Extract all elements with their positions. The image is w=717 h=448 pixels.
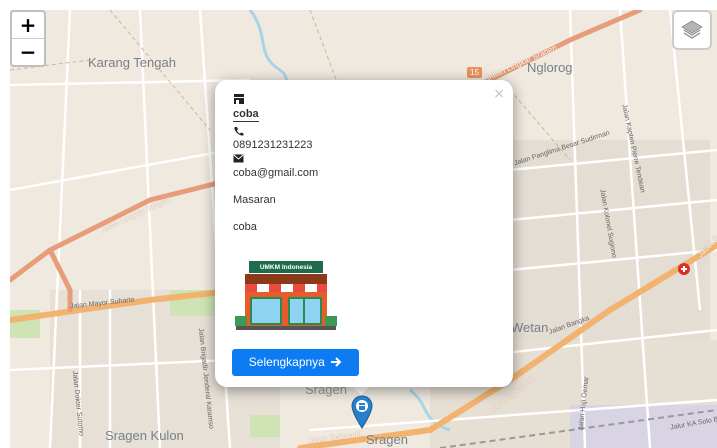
- place-label-karang-tengah: Karang Tengah: [88, 55, 176, 70]
- map-marker-icon[interactable]: [351, 395, 373, 429]
- details-button-label: Selengkapnya: [248, 355, 325, 369]
- details-button[interactable]: Selengkapnya: [232, 349, 359, 376]
- phone-number: 0891231231223: [233, 139, 313, 151]
- phone-icon: [234, 127, 244, 136]
- zoom-control: + −: [10, 10, 46, 67]
- arrow-right-icon: [331, 357, 342, 367]
- umkm-image-title: UMKM Indonesia: [259, 264, 313, 271]
- place-label-nglorog: Nglorog: [527, 60, 573, 75]
- description-text: coba: [233, 221, 257, 233]
- envelope-icon: [233, 154, 244, 163]
- zoom-out-button[interactable]: −: [12, 38, 44, 65]
- location-text: Masaran: [233, 194, 276, 206]
- email-address: coba@gmail.com: [233, 167, 319, 179]
- layers-icon: [681, 20, 703, 39]
- store-icon: [234, 94, 244, 104]
- layers-button[interactable]: [672, 10, 712, 50]
- place-label-wetan: Wetan: [511, 320, 549, 335]
- zoom-in-button[interactable]: +: [12, 12, 44, 38]
- place-label-sragen: Sragen: [366, 432, 408, 447]
- map-popup: × coba 0891231231223 coba@gmail.com Masa…: [215, 80, 513, 387]
- popup-close-button[interactable]: ×: [493, 86, 505, 102]
- business-name[interactable]: coba: [233, 108, 259, 122]
- place-label-sragen-kulon: Sragen Kulon: [105, 428, 184, 443]
- route-shield: 15: [467, 67, 482, 78]
